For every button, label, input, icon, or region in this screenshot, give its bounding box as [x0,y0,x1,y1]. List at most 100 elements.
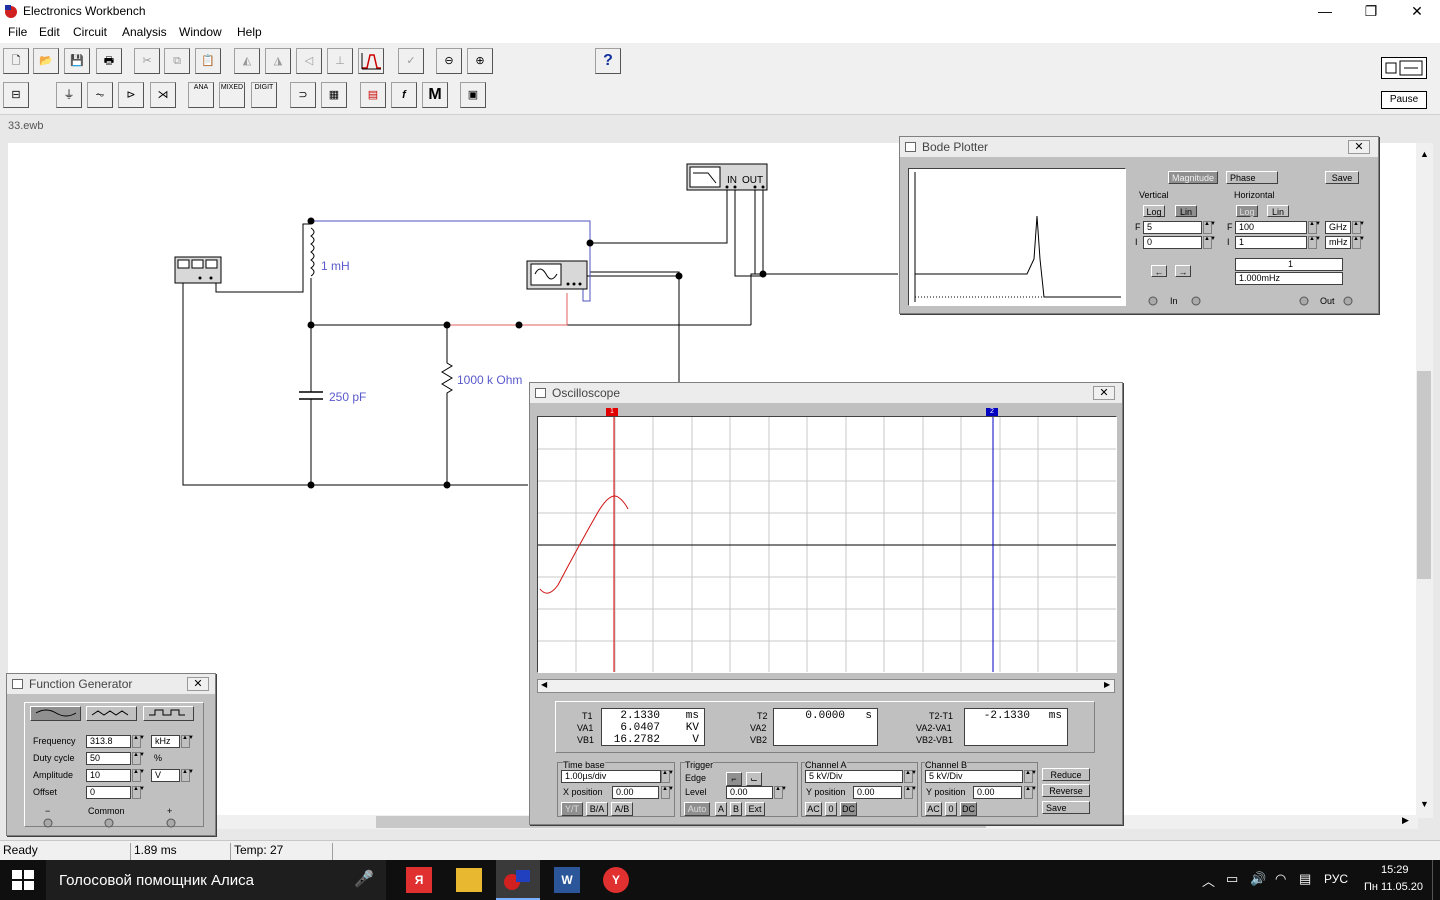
cursor-2-handle[interactable]: 2 [986,408,998,416]
logic-gates-bin-icon[interactable]: ⊃ [290,82,316,108]
bode-save-button[interactable]: Save [1325,171,1359,184]
analysis-checkmark-icon[interactable]: ✓ [398,48,424,74]
trigger-level-field[interactable]: 0.00 [726,786,773,799]
scroll-right-icon[interactable]: ▶ [1402,815,1409,826]
channel-a-zero-button[interactable]: 0 [825,802,837,816]
horizontal-final-unit[interactable]: GHz [1325,221,1351,234]
triangle-wave-icon[interactable] [86,706,137,721]
amplitude-unit-field[interactable]: V [151,769,180,782]
channel-a-dc-button[interactable]: DC [840,802,857,816]
oscilloscope-close-button[interactable]: ✕ [1093,386,1115,400]
help-button[interactable]: ? [595,48,621,74]
maximize-button[interactable]: ❐ [1348,0,1394,23]
flip-horizontal-icon[interactable]: ◁ [296,48,322,74]
cursor-1-handle[interactable]: 1 [606,408,618,416]
volume-icon[interactable]: 🔊 [1250,871,1266,887]
paste-icon[interactable]: 📋 [195,48,221,74]
menu-circuit[interactable]: Circuit [73,25,107,39]
zoom-in-icon[interactable]: ⊕ [467,48,493,74]
chevron-up-icon[interactable]: ︿ [1202,871,1215,890]
inductor[interactable] [310,219,315,277]
channel-b-scale-spinner[interactable]: ▲▼ [1024,770,1037,783]
show-desktop-button[interactable] [1432,860,1440,900]
capacitor[interactable] [299,388,323,405]
frequency-field[interactable]: 313.8 [86,735,131,748]
reduce-button[interactable]: Reduce [1042,768,1090,781]
vertical-lin-button[interactable]: Lin [1175,205,1197,217]
duty-cycle-field[interactable]: 50 [86,752,131,765]
oscilloscope-titlebar[interactable]: Oscilloscope [530,383,1122,403]
menu-file[interactable]: File [8,25,27,39]
offset-field[interactable]: 0 [86,786,131,799]
component-properties-icon[interactable]: ⊥ [327,48,353,74]
frequency-spinner[interactable]: ▲▼ [132,735,145,748]
vertical-scrollbar[interactable]: ▲ ▼ [1416,143,1433,818]
x-position-spinner[interactable]: ▲▼ [661,786,674,799]
vertical-final-field[interactable]: 5 [1143,221,1202,234]
graph-icon[interactable] [358,48,384,74]
favorites-bin-icon[interactable]: ⊟ [3,82,29,108]
copy-icon[interactable]: ⧉ [164,48,190,74]
horizontal-lin-button[interactable]: Lin [1267,205,1289,217]
yandex-icon[interactable]: Y [603,867,629,893]
document-tab[interactable]: 33.ewb [8,120,43,132]
horizontal-initial-unit-spinner[interactable]: ▲▼ [1352,236,1365,249]
channel-a-scale-spinner[interactable]: ▲▼ [904,770,917,783]
multimeter-instrument[interactable] [174,256,222,284]
timebase-field[interactable]: 1.00µs/div [561,770,661,783]
channel-b-ypos-field[interactable]: 0.00 [973,786,1022,799]
trigger-ext-button[interactable]: Ext [745,802,765,816]
sine-wave-icon[interactable] [30,706,81,721]
miscellaneous-bin-icon[interactable]: M [422,82,448,108]
channel-b-ypos-spinner[interactable]: ▲▼ [1024,786,1037,799]
x-position-field[interactable]: 0.00 [612,786,659,799]
menu-window[interactable]: Window [179,25,222,39]
trigger-level-spinner[interactable]: ▲▼ [774,786,787,799]
rising-edge-icon[interactable]: ⌐ [726,772,742,786]
scroll-up-icon[interactable]: ▲ [1416,149,1433,159]
notification-icon[interactable]: ▤ [1299,871,1311,887]
cursor-left-arrow-icon[interactable]: ← [1151,265,1167,277]
sources-bin-icon[interactable]: ⏚ [56,82,82,108]
microphone-icon[interactable]: 🎤 [354,869,374,889]
scroll-down-icon[interactable]: ▼ [1416,799,1433,809]
analog-ics-bin-icon[interactable]: ANA [188,82,214,108]
funcgen-close-button[interactable]: ✕ [187,677,209,691]
funcgen-titlebar[interactable]: Function Generator [7,674,215,694]
frequency-unit-field[interactable]: kHz [151,735,180,748]
horizontal-final-spinner[interactable]: ▲▼ [1308,221,1321,234]
close-button[interactable]: ✕ [1394,0,1440,23]
menu-help[interactable]: Help [237,25,262,39]
cut-icon[interactable]: ✂ [134,48,160,74]
wifi-icon[interactable]: ◠ [1275,871,1286,887]
vertical-scroll-thumb[interactable] [1417,371,1431,579]
scroll-left-icon[interactable]: ◀ [541,680,547,689]
bode-close-button[interactable]: ✕ [1348,140,1370,154]
vertical-final-spinner[interactable]: ▲▼ [1203,221,1216,234]
vertical-log-button[interactable]: Log [1143,205,1165,217]
channel-a-scale-field[interactable]: 5 kV/Div [805,770,903,783]
transistors-bin-icon[interactable]: ⋊ [150,82,176,108]
clock-date[interactable]: Пн 11.05.20 [1364,881,1423,893]
electronics-workbench-task-icon[interactable] [496,860,540,900]
trigger-auto-button[interactable]: Auto [684,802,710,816]
vertical-initial-spinner[interactable]: ▲▼ [1203,236,1216,249]
horizontal-final-field[interactable]: 100 [1235,221,1307,234]
pause-button[interactable]: Pause [1381,91,1427,109]
frequency-unit-spinner[interactable]: ▲▼ [181,735,194,748]
menu-analysis[interactable]: Analysis [122,25,167,39]
print-icon[interactable]: 🖶 [96,48,122,74]
vertical-initial-field[interactable]: 0 [1143,236,1202,249]
channel-b-zero-button[interactable]: 0 [945,802,957,816]
square-wave-icon[interactable] [143,706,194,721]
controls-bin-icon[interactable]: f [391,82,417,108]
channel-a-ypos-field[interactable]: 0.00 [853,786,902,799]
instruments-bin-icon[interactable]: ▣ [460,82,486,108]
cursor-right-arrow-icon[interactable]: → [1175,265,1191,277]
channel-a-ypos-spinner[interactable]: ▲▼ [904,786,917,799]
trigger-b-button[interactable]: B [730,802,742,816]
diodes-bin-icon[interactable]: ⊳ [118,82,144,108]
power-switch[interactable] [1381,57,1427,79]
duty-cycle-spinner[interactable]: ▲▼ [132,752,145,765]
battery-icon[interactable]: ▭ [1226,871,1238,887]
